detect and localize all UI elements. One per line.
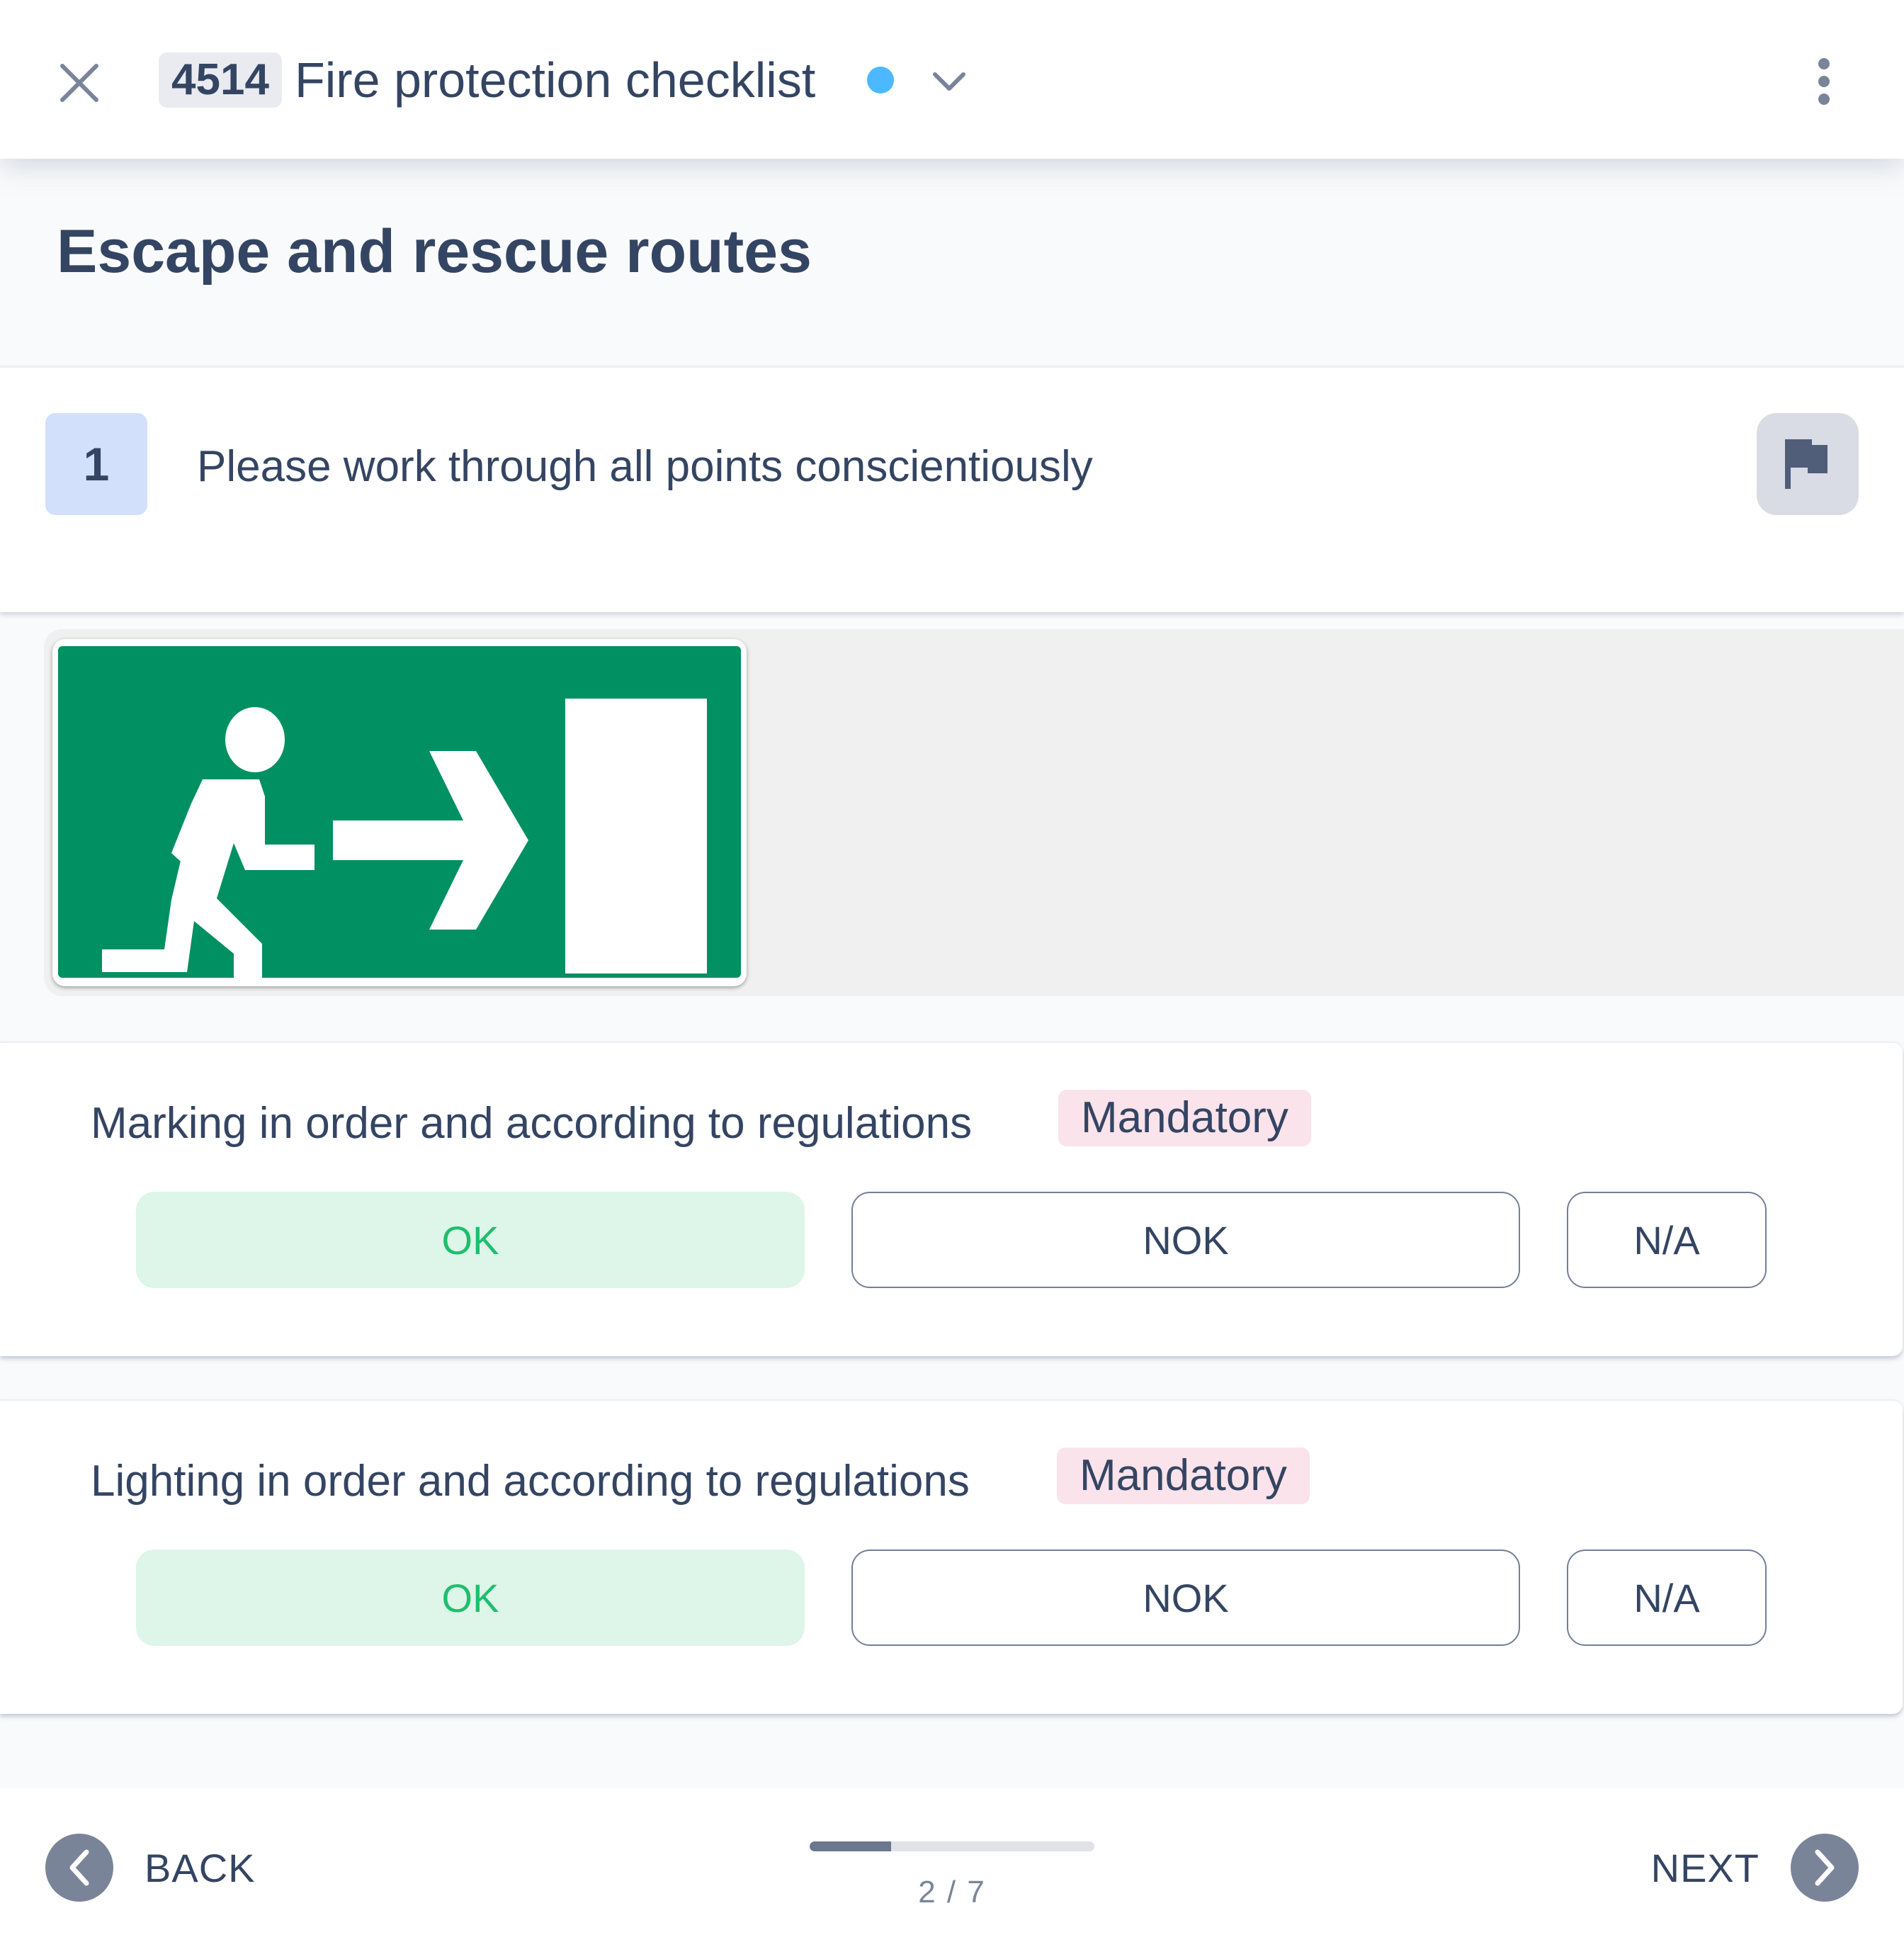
checklist-item: Lighting in order and according to regul…	[0, 1399, 1903, 1714]
back-label: BACK	[144, 1845, 256, 1890]
footer-navigation: BACK 2 / 7 NEXT	[0, 1788, 1904, 1947]
step-number-badge: 1	[45, 413, 147, 515]
flag-icon	[1785, 439, 1828, 489]
emergency-exit-sign-icon	[58, 646, 741, 986]
mandatory-badge: Mandatory	[1057, 1447, 1310, 1504]
next-label: NEXT	[1650, 1845, 1760, 1890]
step-instruction: Please work through all points conscient…	[197, 442, 1093, 491]
page-indicator: 2 / 7	[918, 1875, 986, 1909]
checklist-item-label: Lighting in order and according to regul…	[91, 1457, 970, 1506]
close-button[interactable]	[51, 58, 108, 108]
exit-sign-image[interactable]	[52, 639, 747, 986]
mandatory-badge: Mandatory	[1058, 1090, 1311, 1146]
title-dropdown-button[interactable]	[921, 57, 978, 106]
status-dot-icon	[867, 67, 894, 94]
na-button[interactable]: N/A	[1567, 1550, 1767, 1646]
more-options-button[interactable]	[1799, 50, 1849, 113]
progress-bar-fill	[810, 1841, 891, 1851]
nok-button[interactable]: NOK	[851, 1192, 1520, 1288]
section-title: Escape and rescue routes	[57, 218, 812, 286]
checklist-item-label: Marking in order and according to regula…	[91, 1099, 973, 1148]
chevron-right-icon	[1815, 1849, 1835, 1886]
chevron-left-circle	[45, 1834, 113, 1902]
checklist-app: 4514 Fire protection checklist Escape an…	[0, 0, 1904, 1947]
ok-button[interactable]: OK	[136, 1192, 805, 1288]
progress-bar	[810, 1841, 1094, 1851]
header-bar: 4514 Fire protection checklist	[0, 0, 1904, 159]
nok-button[interactable]: NOK	[851, 1550, 1520, 1646]
chevron-right-circle	[1791, 1834, 1859, 1902]
na-button[interactable]: N/A	[1567, 1192, 1767, 1288]
checklist-title: Fire protection checklist	[295, 52, 816, 108]
close-icon	[60, 64, 98, 102]
chevron-left-icon	[69, 1849, 89, 1886]
flag-button[interactable]	[1757, 413, 1859, 515]
more-vertical-icon	[1818, 58, 1830, 105]
checklist-id-badge: 4514	[159, 52, 282, 108]
chevron-down-icon	[933, 72, 965, 91]
back-button[interactable]: BACK	[45, 1834, 256, 1902]
checklist-item: Marking in order and according to regula…	[0, 1042, 1903, 1356]
next-button[interactable]: NEXT	[1651, 1834, 1859, 1902]
step-card: 1 Please work through all points conscie…	[0, 366, 1904, 612]
ok-button[interactable]: OK	[136, 1550, 805, 1646]
